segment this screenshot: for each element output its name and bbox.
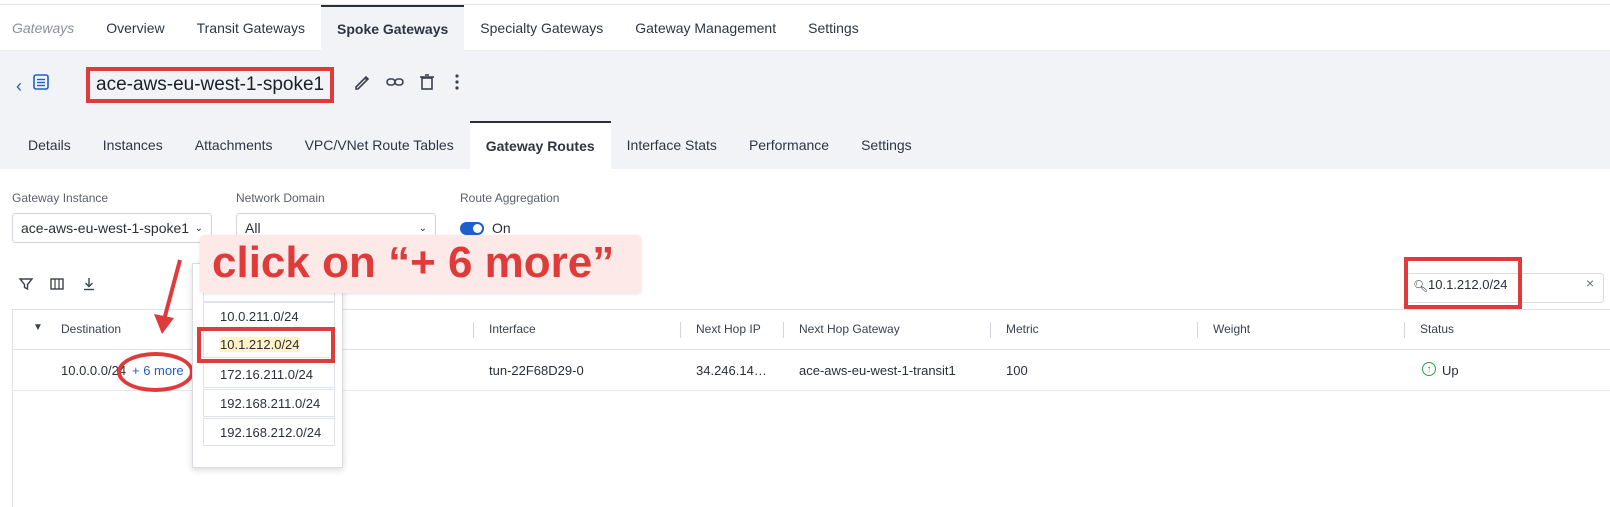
route-aggregation-toggle[interactable]: [460, 222, 484, 235]
route-aggregation-state: On: [492, 220, 511, 236]
top-nav: Gateways Overview Transit Gateways Spoke…: [0, 4, 1610, 51]
tab-transit-gateways[interactable]: Transit Gateways: [181, 5, 321, 51]
gateway-instance-label: Gateway Instance: [12, 191, 109, 205]
subtab-settings[interactable]: Settings: [845, 121, 928, 169]
column-divider: [1404, 322, 1405, 338]
col-status[interactable]: Status: [1420, 322, 1454, 336]
delete-icon[interactable]: [416, 71, 438, 93]
col-interface[interactable]: Interface: [489, 322, 536, 336]
column-divider: [680, 322, 681, 338]
col-metric[interactable]: Metric: [1006, 322, 1039, 336]
subtab-performance[interactable]: Performance: [733, 121, 845, 169]
interface-cell: tun-22F68D29-0: [489, 363, 584, 378]
columns-icon[interactable]: [49, 276, 65, 292]
gateway-instance-value: ace-aws-eu-west-1-spoke1: [21, 220, 190, 236]
list-item: 192.168.211.0/24: [203, 389, 335, 417]
subtab-attachments[interactable]: Attachments: [179, 121, 289, 169]
tab-gateway-management[interactable]: Gateway Management: [619, 5, 792, 51]
route-aggregation-label: Route Aggregation: [460, 191, 560, 205]
list-item: 10.0.211.0/24: [203, 302, 335, 330]
edit-icon[interactable]: [352, 71, 374, 93]
network-domain-value: All: [245, 220, 261, 236]
filter-icon[interactable]: [18, 276, 34, 292]
highlight-annotation-box: [197, 327, 335, 363]
subtab-interface-stats[interactable]: Interface Stats: [611, 121, 733, 169]
subtab-route-tables[interactable]: VPC/VNet Route Tables: [289, 121, 470, 169]
close-icon[interactable]: ×: [1586, 275, 1594, 291]
col-destination[interactable]: Destination: [61, 322, 121, 336]
gateway-instance-select[interactable]: ace-aws-eu-west-1-spoke1 ⌄: [12, 213, 212, 243]
column-divider: [1197, 322, 1198, 338]
gateway-header: ‹ ace-aws-eu-west-1-spoke1 Details Insta…: [0, 51, 1610, 169]
list-view-icon[interactable]: [33, 74, 49, 90]
chevron-down-icon: ⌄: [194, 222, 203, 234]
tab-spoke-gateways[interactable]: Spoke Gateways: [321, 4, 465, 51]
chevron-down-icon: ⌄: [418, 222, 427, 234]
subtab-details[interactable]: Details: [12, 121, 87, 169]
more-routes-annotation-oval: [117, 352, 194, 392]
back-chevron-icon[interactable]: ‹: [16, 76, 22, 97]
network-domain-label: Network Domain: [236, 191, 325, 205]
list-item: 172.16.211.0/24: [203, 360, 335, 388]
subtab-gateway-routes[interactable]: Gateway Routes: [469, 121, 611, 169]
download-icon[interactable]: [81, 276, 97, 292]
col-next-hop-ip[interactable]: Next Hop IP: [696, 322, 761, 336]
annotation-arrow-icon: [154, 259, 182, 334]
list-item: 192.168.212.0/24: [203, 418, 335, 446]
column-divider: [783, 322, 784, 338]
search-annotation-box: [1404, 257, 1522, 309]
sort-desc-icon[interactable]: ▼: [33, 322, 43, 333]
gateway-title: ace-aws-eu-west-1-spoke1: [86, 67, 335, 103]
column-divider: [990, 322, 991, 338]
tab-specialty-gateways[interactable]: Specialty Gateways: [464, 5, 619, 51]
nav-brand: Gateways: [12, 19, 75, 36]
next-hop-gateway-cell: ace-aws-eu-west-1-transit1: [799, 363, 956, 378]
tab-overview[interactable]: Overview: [90, 5, 180, 51]
col-next-hop-gateway[interactable]: Next Hop Gateway: [799, 322, 900, 336]
more-routes-popover: 10.0.111.0/24 10.0.211.0/24 10.1.212.0/2…: [192, 263, 343, 468]
status-cell: Up: [1442, 363, 1459, 378]
subtab-instances[interactable]: Instances: [87, 121, 179, 169]
annotation-callout-text: click on “+ 6 more”: [212, 238, 615, 287]
link-icon[interactable]: [384, 71, 406, 93]
column-divider: [473, 322, 474, 338]
more-vertical-icon[interactable]: [446, 71, 468, 93]
gateway-subtabs: Details Instances Attachments VPC/VNet R…: [12, 121, 928, 169]
tab-settings[interactable]: Settings: [792, 5, 875, 51]
next-hop-ip-cell: 34.246.14…: [696, 363, 767, 378]
col-weight[interactable]: Weight: [1213, 322, 1250, 336]
metric-cell: 100: [1006, 363, 1028, 378]
status-up-icon: ↑: [1422, 362, 1436, 376]
